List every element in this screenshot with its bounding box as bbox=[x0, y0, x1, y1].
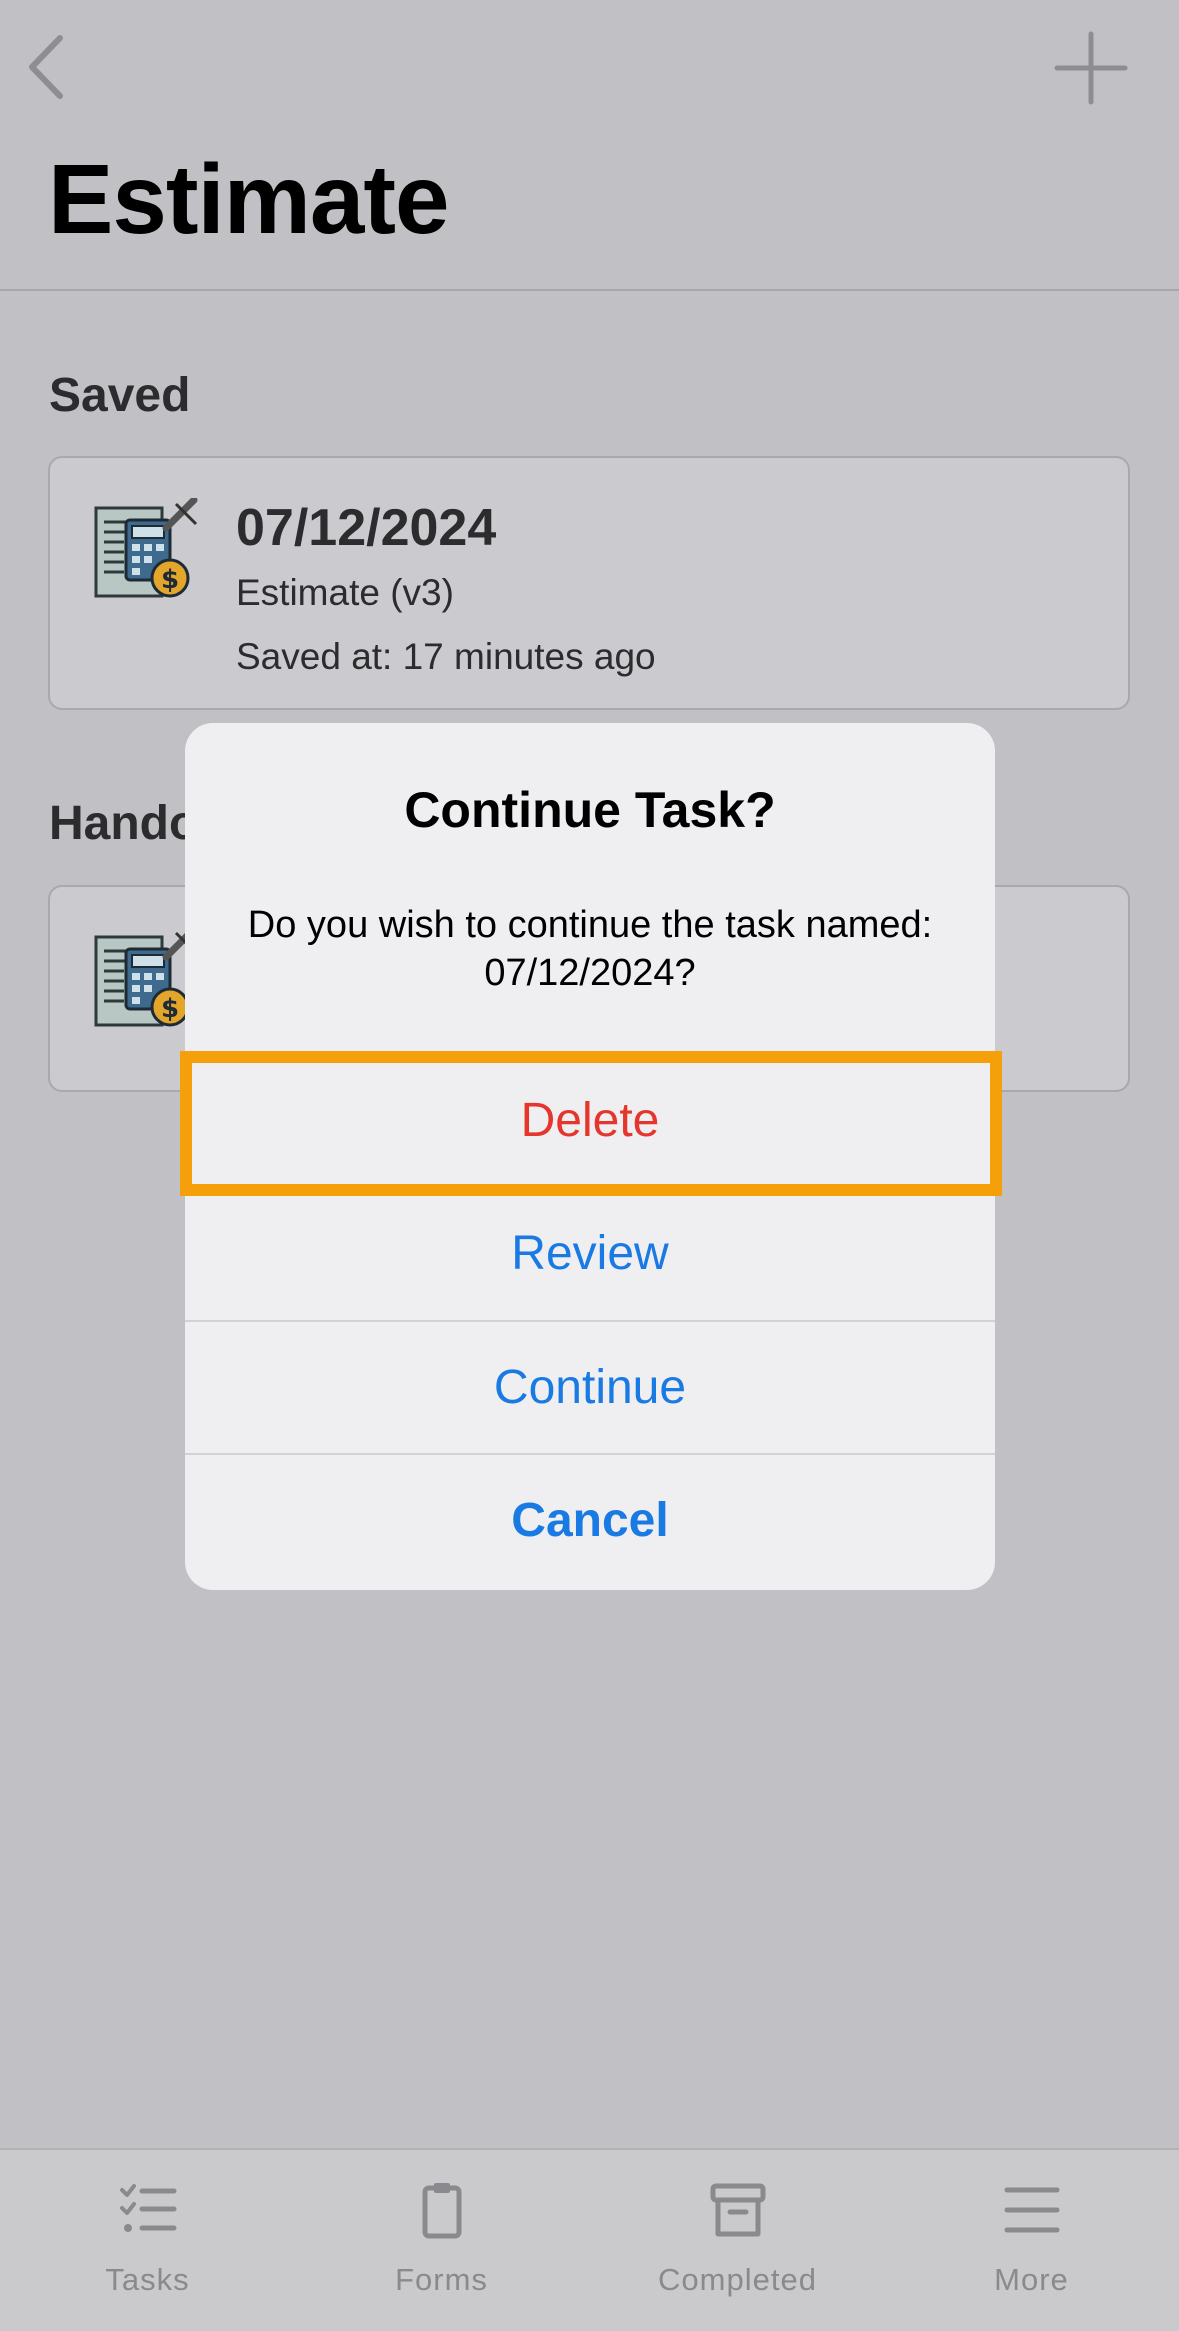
section-title-handed: Hando bbox=[49, 797, 199, 850]
tab-bar: Tasks Forms Completed More bbox=[0, 2148, 1179, 2331]
alert-title: Continue Task? bbox=[404, 782, 776, 838]
tab-completed[interactable]: Completed bbox=[590, 2150, 885, 2331]
clipboard-icon bbox=[422, 2183, 461, 2239]
continue-button[interactable]: Continue bbox=[185, 1320, 995, 1452]
card-task-name: Estimate (v3) bbox=[236, 572, 454, 613]
title-divider bbox=[0, 289, 1179, 291]
tab-label-completed: Completed bbox=[658, 2262, 817, 2297]
svg-text:$: $ bbox=[161, 565, 179, 595]
page-title: Estimate bbox=[48, 144, 450, 254]
checklist-icon bbox=[119, 2184, 176, 2232]
continue-task-alert: Continue Task? Do you wish to continue t… bbox=[185, 723, 995, 1590]
card-saved-at: Saved at: 17 minutes ago bbox=[236, 636, 656, 677]
alert-message: Do you wish to continue the task named: … bbox=[247, 904, 933, 994]
review-button[interactable]: Review bbox=[185, 1186, 995, 1318]
estimate-calculator-icon: $ bbox=[94, 498, 198, 598]
menu-lines-icon bbox=[1004, 2187, 1059, 2233]
section-title-saved: Saved bbox=[49, 369, 191, 422]
card-date: 07/12/2024 bbox=[236, 499, 497, 557]
tab-tasks[interactable]: Tasks bbox=[0, 2150, 295, 2331]
tab-label-forms: Forms bbox=[395, 2262, 488, 2297]
back-chevron-icon[interactable] bbox=[22, 32, 72, 102]
tab-more[interactable]: More bbox=[884, 2150, 1179, 2331]
archive-box-icon bbox=[710, 2183, 765, 2237]
tab-forms[interactable]: Forms bbox=[294, 2150, 589, 2331]
cancel-button[interactable]: Cancel bbox=[185, 1453, 995, 1585]
tab-label-tasks: Tasks bbox=[105, 2262, 190, 2297]
svg-text:$: $ bbox=[161, 994, 179, 1024]
tab-label-more: More bbox=[994, 2262, 1069, 2297]
delete-button[interactable]: Delete bbox=[185, 1053, 995, 1185]
add-plus-icon[interactable] bbox=[1053, 30, 1129, 106]
saved-task-card[interactable]: $ 07/12/2024 Estimate (v3) Saved at: 17 … bbox=[48, 456, 1130, 710]
